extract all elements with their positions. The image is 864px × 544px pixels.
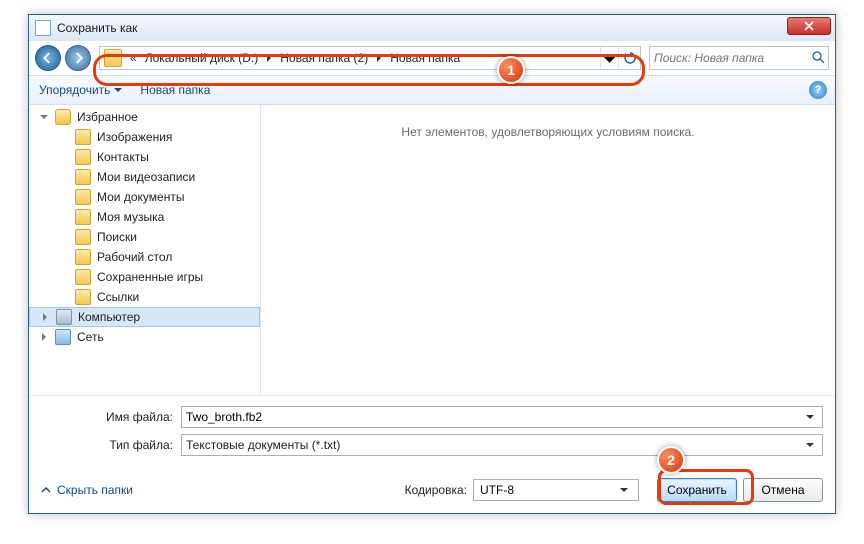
app-icon [35, 20, 51, 36]
folder-tree[interactable]: Избранное Изображения Контакты Мои видеозап… [29, 105, 261, 395]
breadcrumb-item[interactable]: Локальный диск (D:) [141, 47, 263, 69]
empty-message: Нет элементов, удовлетворяющих условиям … [401, 125, 694, 139]
folder-icon [75, 129, 91, 145]
tree-item-label: Моя музыка [97, 210, 164, 224]
tree-item[interactable]: Компьютер [29, 307, 260, 327]
filename-input[interactable] [186, 410, 802, 424]
tree-item-label: Мои видеозаписи [97, 170, 195, 184]
tree-item-label: Избранное [77, 110, 138, 124]
chevron-down-icon [114, 86, 122, 94]
tree-item-label: Поиски [97, 230, 137, 244]
field-area: Имя файла: Тип файла: Текстовые документ… [29, 395, 835, 470]
filename-label: Имя файла: [41, 410, 181, 424]
chevron-down-icon[interactable] [39, 112, 49, 122]
folder-icon [75, 189, 91, 205]
tree-item[interactable]: Изображения [29, 127, 260, 147]
breadcrumb-overflow[interactable]: « [126, 47, 141, 69]
refresh-button[interactable] [618, 47, 640, 69]
filetype-combo[interactable]: Текстовые документы (*.txt) [181, 434, 823, 456]
tree-item-label: Ссылки [97, 290, 139, 304]
folder-icon [104, 49, 122, 67]
search-icon[interactable] [811, 50, 825, 67]
tree-item[interactable]: Рабочий стол [29, 247, 260, 267]
titlebar: Сохранить как [29, 15, 835, 41]
chevron-up-icon [41, 485, 51, 495]
tree-item[interactable]: Ссылки [29, 287, 260, 307]
filetype-value: Текстовые документы (*.txt) [186, 438, 802, 452]
chevron-down-icon[interactable] [802, 413, 818, 421]
folder-icon [75, 289, 91, 305]
organize-menu[interactable]: Упорядочить [39, 83, 122, 97]
tree-item-label: Сеть [77, 330, 104, 344]
close-icon [804, 21, 814, 31]
new-folder-label: Новая папка [140, 83, 210, 97]
tree-item-label: Мои документы [97, 190, 184, 204]
toolbar: Упорядочить Новая папка ? [29, 75, 835, 105]
folder-icon [75, 169, 91, 185]
cancel-button[interactable]: Отмена [743, 478, 823, 502]
body-area: Избранное Изображения Контакты Мои видеозап… [29, 105, 835, 395]
file-list[interactable]: Нет элементов, удовлетворяющих условиям … [261, 105, 835, 395]
star-icon [55, 109, 71, 125]
hide-folders-toggle[interactable]: Скрыть папки [41, 483, 133, 497]
tree-item-label: Контакты [97, 150, 149, 164]
chevron-down-icon[interactable] [802, 441, 818, 449]
hide-folders-label: Скрыть папки [57, 483, 133, 497]
tree-item[interactable]: Мои видеозаписи [29, 167, 260, 187]
tree-item-label: Рабочий стол [97, 250, 172, 264]
search-box[interactable] [649, 46, 829, 70]
close-button[interactable] [787, 17, 831, 35]
encoding-label: Кодировка: [405, 483, 467, 497]
chevron-right-icon[interactable] [39, 332, 49, 342]
encoding-value: UTF-8 [480, 483, 616, 497]
bottom-bar: Скрыть папки Кодировка: UTF-8 Сохранить … [29, 470, 835, 512]
search-input[interactable] [654, 51, 811, 65]
chevron-down-icon[interactable] [616, 486, 632, 494]
tree-item[interactable]: Сеть [29, 327, 260, 347]
chevron-right-icon[interactable] [262, 54, 276, 62]
folder-icon [75, 249, 91, 265]
comp-icon [56, 309, 72, 325]
chevron-right-icon[interactable] [40, 312, 50, 322]
new-folder-button[interactable]: Новая папка [140, 83, 210, 97]
tree-item-label: Изображения [97, 130, 172, 144]
forward-button[interactable] [65, 45, 91, 71]
encoding-combo[interactable]: UTF-8 [473, 479, 639, 501]
back-button[interactable] [35, 45, 61, 71]
organize-label: Упорядочить [39, 83, 110, 97]
net-icon [55, 329, 71, 345]
filename-combo[interactable] [181, 406, 823, 428]
folder-icon [75, 269, 91, 285]
tree-item[interactable]: Моя музыка [29, 207, 260, 227]
breadcrumb-item[interactable]: Новая папка (2) [276, 47, 372, 69]
chevron-right-icon[interactable] [372, 54, 386, 62]
save-as-dialog: Сохранить как « Локальный диск (D:) Нова… [28, 14, 836, 514]
address-bar[interactable]: « Локальный диск (D:) Новая папка (2) Но… [99, 46, 641, 70]
filetype-label: Тип файла: [41, 438, 181, 452]
tree-item-label: Компьютер [78, 310, 140, 324]
tree-item-label: Сохраненные игры [97, 270, 203, 284]
tree-item[interactable]: Поиски [29, 227, 260, 247]
annotation-marker-2: 2 [657, 446, 685, 474]
breadcrumb-item[interactable]: Новая папка [386, 47, 464, 69]
tree-item[interactable]: Избранное [29, 107, 260, 127]
tree-item[interactable]: Сохраненные игры [29, 267, 260, 287]
tree-item[interactable]: Контакты [29, 147, 260, 167]
annotation-marker-1: 1 [497, 56, 525, 84]
folder-icon [75, 209, 91, 225]
save-button[interactable]: Сохранить [657, 478, 737, 502]
help-button[interactable]: ? [809, 81, 827, 99]
address-dropdown[interactable] [600, 47, 618, 69]
window-title: Сохранить как [57, 21, 137, 35]
nav-row: « Локальный диск (D:) Новая папка (2) Но… [29, 41, 835, 75]
folder-icon [75, 149, 91, 165]
tree-item[interactable]: Мои документы [29, 187, 260, 207]
folder-icon [75, 229, 91, 245]
